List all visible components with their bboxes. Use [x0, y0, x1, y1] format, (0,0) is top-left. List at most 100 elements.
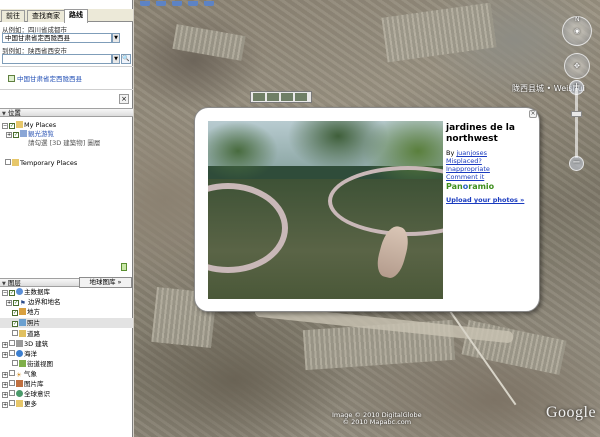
checkbox-icon[interactable]: [8, 75, 15, 82]
folder-icon: [16, 121, 23, 128]
expand-icon[interactable]: +: [2, 392, 8, 398]
ocean-icon: [16, 350, 23, 357]
terrain-fields: [381, 2, 497, 63]
panoramio-photo[interactable]: [208, 121, 443, 299]
expand-icon[interactable]: +: [2, 382, 8, 388]
places-panel: − ✓ My Places + ✓ 観光游覧 請勾選 [3D 建築物] 圖層 Tempo…: [0, 117, 133, 259]
road-icon: [19, 330, 26, 337]
misplaced-link[interactable]: Misplaced?: [446, 157, 482, 165]
layer-ocean[interactable]: + 海洋: [2, 350, 37, 358]
sightseeing-label: 観光游覧: [28, 130, 54, 138]
sidebar: 前往 查找商家 路线 从例如：四川省成都市 中国甘肃省定西陇西县 ▼ 到例如：陕…: [0, 0, 133, 437]
tab-find-businesses[interactable]: 查找商家: [27, 10, 65, 22]
layer-gallery[interactable]: + 图片库: [2, 380, 44, 388]
author-link[interactable]: juanjoses: [456, 149, 487, 157]
checkbox-icon[interactable]: [9, 380, 15, 386]
checkbox-icon[interactable]: [9, 340, 15, 346]
move-control[interactable]: ✥: [564, 53, 590, 79]
flag-icon: ⚑: [20, 299, 26, 307]
expand-icon[interactable]: +: [6, 132, 12, 138]
layer-photos[interactable]: ✓ 照片: [12, 319, 40, 327]
layer-roads[interactable]: 道路: [12, 330, 40, 338]
layer-primary-database[interactable]: − ✓ 主数据库: [2, 288, 50, 296]
tab-fly-to[interactable]: 前往: [1, 10, 25, 22]
zoom-out-button[interactable]: −: [569, 156, 584, 171]
globe-icon: [16, 390, 23, 397]
to-input[interactable]: [2, 54, 112, 64]
comment-link[interactable]: Comment it: [446, 173, 484, 181]
north-indicator: N: [575, 16, 580, 23]
close-icon: ×: [530, 110, 536, 117]
from-dropdown-button[interactable]: ▼: [112, 33, 120, 43]
clear-results-button[interactable]: ×: [119, 94, 129, 104]
balloon-close-button[interactable]: ×: [529, 110, 537, 118]
layer-label: 3D 建筑: [24, 340, 49, 348]
checkbox-icon[interactable]: [9, 350, 15, 356]
checkbox-icon[interactable]: ✓: [9, 290, 15, 296]
checkbox-icon[interactable]: [9, 390, 15, 396]
checkbox-icon[interactable]: ✓: [13, 300, 19, 306]
expand-icon[interactable]: +: [2, 402, 8, 408]
eye-icon: ◉: [574, 27, 581, 35]
places-header[interactable]: ▼ 位置: [0, 108, 133, 117]
hand-icon: ✥: [574, 62, 580, 70]
zoom-slider-track[interactable]: [575, 88, 578, 158]
checkbox-icon[interactable]: [9, 370, 15, 376]
layer-places[interactable]: ✓ 地方: [12, 308, 40, 316]
checkbox-icon[interactable]: ✓: [13, 132, 19, 138]
layer-more[interactable]: + 更多: [2, 400, 37, 408]
places-header-label: 位置: [7, 109, 21, 117]
place-icon: [19, 308, 26, 315]
search-tabs: 前往 查找商家 路线: [0, 9, 133, 23]
map-top-markers: [140, 0, 220, 6]
checkbox-icon[interactable]: [9, 400, 15, 406]
checkbox-icon[interactable]: ✓: [9, 123, 15, 129]
expand-icon[interactable]: +: [6, 300, 12, 306]
globe-icon: [16, 288, 23, 295]
building-icon: [16, 340, 23, 347]
google-logo: Google: [546, 404, 597, 421]
checkbox-icon[interactable]: [12, 330, 18, 336]
search-results: 中国甘肃省定西陇西县: [0, 66, 133, 90]
balloon-title: jardines de la northwest: [446, 123, 515, 144]
layer-borders[interactable]: + ✓ ⚑ 边界和地名: [6, 298, 61, 307]
layer-street-view[interactable]: 街道视图: [12, 360, 53, 368]
folder-icon: [12, 159, 19, 166]
expand-icon[interactable]: +: [2, 352, 8, 358]
layer-weather[interactable]: + ☀ 气象: [2, 370, 37, 379]
look-control[interactable]: ◉ N: [562, 16, 592, 46]
layer-3d-buildings[interactable]: +3D 建筑: [2, 340, 48, 348]
result-item[interactable]: 中国甘肃省定西陇西县: [8, 73, 82, 83]
zoom-slider-knob[interactable]: [571, 111, 582, 117]
tab-directions[interactable]: 路线: [64, 9, 88, 23]
tree-sightseeing[interactable]: + ✓ 観光游覧: [6, 130, 54, 138]
photo-thumbnails[interactable]: [250, 91, 312, 103]
checkbox-icon[interactable]: ✓: [12, 321, 18, 327]
inappropriate-link[interactable]: Inappropriate: [446, 165, 490, 173]
resize-handle[interactable]: [121, 263, 127, 271]
checkbox-icon[interactable]: ✓: [12, 310, 18, 316]
layer-label: 全球意识: [24, 390, 50, 398]
layer-global-awareness[interactable]: + 全球意识: [2, 390, 50, 398]
layer-label: 地方: [27, 308, 40, 316]
layer-label: 气象: [24, 370, 37, 378]
street-view-icon: [19, 360, 26, 367]
search-button[interactable]: 🔍: [121, 54, 131, 64]
checkbox-icon[interactable]: [5, 159, 11, 165]
panoramio-logo-part: Pan: [446, 182, 463, 191]
imagery-copyright: Image © 2010 DigitalGlobe © 2010 Mapabc.…: [332, 412, 422, 426]
panoramio-logo[interactable]: Panoramio: [446, 182, 494, 191]
panoramio-logo-part: ramio: [468, 182, 495, 191]
expand-icon[interactable]: +: [2, 342, 8, 348]
photo-icon: [19, 319, 26, 326]
tree-temporary-places[interactable]: Temporary Places: [5, 159, 77, 167]
collapse-icon[interactable]: −: [2, 290, 8, 296]
to-dropdown-button[interactable]: ▼: [112, 54, 120, 64]
from-input[interactable]: 中国甘肃省定西陇西县: [2, 33, 112, 43]
expand-icon[interactable]: +: [2, 372, 8, 378]
upload-photos-link[interactable]: Upload your photos »: [446, 196, 524, 204]
checkbox-icon[interactable]: [12, 360, 18, 366]
weather-icon: ☀: [16, 371, 22, 379]
tree-my-places[interactable]: − ✓ My Places: [2, 121, 56, 129]
collapse-icon[interactable]: −: [2, 123, 8, 129]
